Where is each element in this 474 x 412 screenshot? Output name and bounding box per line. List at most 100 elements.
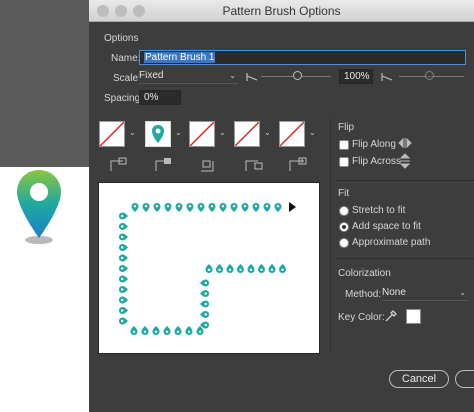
pattern-pin-tile bbox=[119, 212, 128, 220]
start-tile-button-icon[interactable] bbox=[244, 157, 264, 173]
method-dropdown[interactable]: None ⌄ bbox=[382, 286, 468, 301]
pattern-pin-tile bbox=[119, 296, 128, 304]
flip-heading: Flip bbox=[338, 122, 355, 133]
flip-along-icon bbox=[398, 137, 412, 149]
fit-approximate-label: Approximate path bbox=[352, 237, 431, 248]
pattern-pin-tile bbox=[200, 279, 209, 287]
divider bbox=[336, 180, 474, 181]
no-tile-icon bbox=[99, 121, 125, 147]
location-pin-icon bbox=[152, 125, 164, 143]
no-tile-icon bbox=[279, 121, 305, 147]
pattern-pin-tile bbox=[279, 264, 286, 273]
pattern-pin-tile bbox=[237, 264, 244, 273]
flip-across-icon bbox=[399, 153, 411, 169]
fit-heading: Fit bbox=[338, 188, 350, 199]
pattern-pin-tile bbox=[208, 203, 216, 212]
pattern-pin-tile bbox=[205, 264, 213, 273]
pattern-pin-tile bbox=[219, 203, 227, 212]
outer-corner-tile[interactable] bbox=[145, 121, 171, 147]
spacing-field[interactable]: 0% bbox=[139, 90, 181, 105]
chevron-down-icon[interactable]: ⌄ bbox=[129, 128, 136, 137]
flip-across-checkbox[interactable] bbox=[339, 157, 349, 167]
key-color-label: Key Color: bbox=[338, 312, 385, 323]
pattern-pin-tile bbox=[274, 203, 282, 212]
method-value: None bbox=[382, 287, 406, 298]
inner-corner-button-icon[interactable] bbox=[199, 157, 219, 173]
fit-stretch-label: Stretch to fit bbox=[352, 205, 406, 216]
pattern-preview-path bbox=[119, 202, 296, 335]
scale-percent-field[interactable]: 100% bbox=[339, 69, 373, 84]
fit-stretch-radio[interactable] bbox=[339, 206, 349, 216]
pattern-pin-tile bbox=[185, 326, 193, 335]
pressure-icon[interactable] bbox=[245, 71, 259, 83]
pattern-pin-tile bbox=[164, 203, 172, 212]
colorization-heading: Colorization bbox=[338, 268, 391, 279]
scale-value: Fixed bbox=[139, 70, 164, 81]
chevron-down-icon: ⌄ bbox=[459, 288, 466, 297]
ok-button[interactable] bbox=[455, 370, 474, 388]
eyedropper-icon[interactable] bbox=[384, 309, 398, 323]
pattern-pin-tile bbox=[119, 254, 128, 262]
variation-icon[interactable] bbox=[380, 71, 394, 83]
side-tile[interactable] bbox=[99, 121, 125, 147]
inner-corner-tile[interactable] bbox=[189, 121, 215, 147]
start-tile[interactable] bbox=[234, 121, 260, 147]
dialog-titlebar: Pattern Brush Options bbox=[89, 0, 474, 22]
pattern-pin-tile bbox=[119, 317, 128, 325]
scale-dropdown[interactable]: Fixed ⌄ bbox=[139, 69, 238, 84]
pattern-pin-tile bbox=[196, 326, 204, 335]
flip-along-checkbox[interactable] bbox=[339, 140, 349, 150]
divider bbox=[336, 258, 474, 259]
pattern-pin-tile bbox=[175, 203, 183, 212]
pattern-pin-tile bbox=[131, 203, 139, 212]
name-field[interactable]: Pattern Brush 1 bbox=[139, 50, 466, 65]
flip-across-label: Flip Across bbox=[352, 156, 401, 167]
pattern-pin-tile bbox=[200, 300, 209, 308]
key-color-swatch[interactable] bbox=[406, 309, 421, 324]
options-heading: Options bbox=[104, 33, 139, 44]
fit-approximate-radio[interactable] bbox=[339, 238, 349, 248]
variation-slider-knob[interactable] bbox=[425, 71, 434, 80]
pattern-pin-tile bbox=[119, 223, 128, 230]
pattern-pin-tile bbox=[200, 311, 209, 318]
chevron-down-icon[interactable]: ⌄ bbox=[309, 128, 316, 137]
pattern-pin-tile bbox=[186, 203, 194, 212]
pattern-pin-tile bbox=[163, 326, 171, 335]
pattern-brush-dialog: Pattern Brush Options Options Name: Patt… bbox=[89, 0, 474, 412]
pattern-pin-tile bbox=[230, 203, 238, 212]
fit-add-space-label: Add space to fit bbox=[352, 221, 421, 232]
fit-add-space-radio[interactable] bbox=[339, 222, 349, 232]
name-label: Name: bbox=[111, 53, 141, 64]
chevron-down-icon: ⌄ bbox=[229, 71, 236, 80]
pattern-pin-tile bbox=[268, 264, 276, 273]
pattern-pin-tile bbox=[258, 264, 265, 273]
outer-corner-button-icon[interactable] bbox=[154, 157, 174, 173]
scale-slider-knob[interactable] bbox=[293, 71, 302, 80]
pattern-pin-tile bbox=[142, 203, 150, 212]
no-tile-icon bbox=[189, 121, 215, 147]
side-tile-button-icon[interactable] bbox=[109, 157, 129, 173]
pattern-pin-tile bbox=[130, 326, 138, 335]
cancel-button[interactable]: Cancel bbox=[389, 370, 449, 388]
divider bbox=[330, 118, 331, 353]
chevron-down-icon[interactable]: ⌄ bbox=[219, 128, 226, 137]
path-end-arrow bbox=[289, 202, 296, 212]
flip-along-label: Flip Along bbox=[352, 139, 396, 150]
chevron-down-icon[interactable]: ⌄ bbox=[175, 128, 182, 137]
pattern-pin-tile bbox=[241, 203, 249, 212]
spacing-label: Spacing: bbox=[104, 93, 143, 104]
chevron-down-icon[interactable]: ⌄ bbox=[264, 128, 271, 137]
no-tile-icon bbox=[234, 121, 260, 147]
pattern-pin-tile bbox=[119, 286, 128, 293]
pattern-pin-tile bbox=[197, 203, 205, 212]
pattern-pin-tile bbox=[119, 233, 128, 241]
pattern-pin-tile bbox=[152, 326, 160, 335]
end-tile-button-icon[interactable] bbox=[288, 157, 308, 173]
dialog-title: Pattern Brush Options bbox=[222, 4, 341, 18]
pattern-pin-tile bbox=[226, 264, 234, 273]
pattern-pin-tile bbox=[252, 203, 260, 212]
pattern-pin-tile bbox=[174, 326, 182, 335]
end-tile[interactable] bbox=[279, 121, 305, 147]
pattern-pin-tile bbox=[119, 275, 128, 283]
location-pin-icon bbox=[17, 170, 61, 244]
